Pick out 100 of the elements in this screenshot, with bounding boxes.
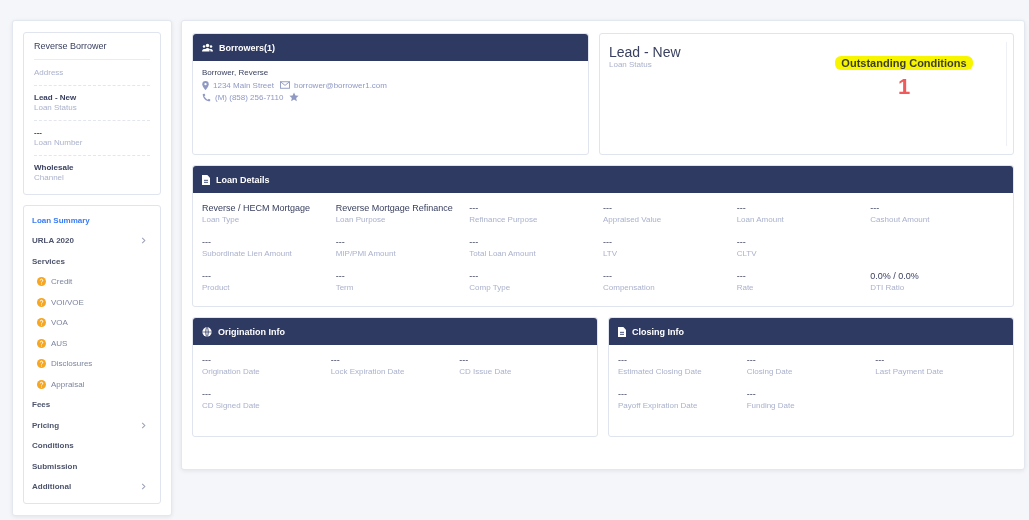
field-label: Funding Date [746, 401, 796, 410]
email-text: borrower@borrower1.com [293, 80, 387, 90]
field-value: --- [335, 237, 346, 247]
field-label: CD Issue Date [459, 367, 513, 376]
field-value: Reverse Mortgage Refinance [335, 203, 454, 213]
field-value: --- [459, 355, 470, 365]
field-value: --- [603, 203, 613, 213]
chevron-icon [141, 421, 146, 429]
field-value: --- [335, 271, 346, 281]
field-value: 0.0% / 0.0% [870, 271, 920, 281]
field-value: --- [746, 389, 757, 399]
field-label: Comp Type [469, 283, 512, 292]
field-value: --- [736, 203, 747, 213]
card-title: Origination Info [218, 326, 285, 337]
field-value: Reverse / HECM Mortgage [202, 203, 312, 213]
document-icon [618, 326, 626, 337]
question-icon [37, 277, 46, 287]
status-label: Loan Status [609, 60, 653, 69]
conditions-count: 1 [897, 74, 911, 100]
field-label: MIP/PMI Amount [335, 249, 397, 258]
field-label: Payoff Expiration Date [618, 401, 699, 410]
field-label: Subordinate Lien Amount [202, 249, 293, 258]
field-label: Refinance Purpose [469, 215, 539, 224]
field-label: Product [202, 283, 231, 292]
field-value: --- [469, 203, 480, 213]
field-value: --- [736, 271, 747, 281]
envelope-icon [279, 81, 290, 89]
card-title: Loan Details [216, 174, 270, 185]
borrower-name: Reverse Borrower [34, 41, 150, 60]
info-label: Loan Number [34, 138, 84, 147]
people-icon [202, 43, 213, 52]
field-label: Loan Amount [736, 215, 785, 224]
field-label: Cashout Amount [870, 215, 931, 224]
star-icon [289, 92, 300, 102]
field-value: --- [469, 271, 480, 281]
field-label: Appraised Value [603, 215, 663, 224]
nav-item[interactable]: URLA 2020 [24, 230, 160, 251]
nav-item[interactable]: Submission [24, 456, 160, 477]
info-label: Address [34, 68, 65, 77]
field-label: Estimated Closing Date [618, 367, 703, 376]
chevron-icon [141, 237, 146, 245]
nav-item[interactable]: Pricing [24, 415, 160, 436]
nav-item[interactable]: Appraisal [24, 374, 160, 395]
question-icon [37, 338, 46, 348]
field-label: Last Payment Date [875, 367, 945, 376]
field-label: Rate [736, 283, 755, 292]
conditions-label: Outstanding Conditions [835, 56, 973, 70]
status-value: Lead - New [609, 44, 682, 60]
field-value: --- [875, 355, 886, 365]
nav-item[interactable]: Conditions [24, 435, 160, 456]
nav-item[interactable]: Services [24, 251, 160, 272]
field-label: DTI Ratio [870, 283, 906, 292]
nav-item[interactable]: VOI/VOE [24, 292, 160, 313]
field-label: Closing Date [746, 367, 794, 376]
field-label: Origination Date [202, 367, 261, 376]
field-label: Loan Type [202, 215, 241, 224]
field-value: --- [330, 355, 341, 365]
field-value: --- [618, 355, 628, 365]
field-value: --- [603, 237, 613, 247]
field-label: Term [335, 283, 355, 292]
field-value: --- [202, 271, 212, 281]
nav-item[interactable]: VOA [24, 312, 160, 333]
question-icon [37, 379, 46, 389]
field-label: CLTV [736, 249, 758, 258]
chevron-icon [141, 483, 146, 491]
question-icon [37, 318, 46, 328]
nav-item[interactable]: Loan Summary [24, 210, 160, 231]
info-value: --- [34, 128, 43, 137]
field-value: --- [469, 237, 480, 247]
phone-icon [202, 92, 211, 102]
borrower-name: Borrower, Reverse [202, 68, 270, 77]
phone-text: (M) (858) 256-7110 [215, 92, 284, 102]
card-title: Borrowers(1) [219, 42, 275, 53]
info-value: Wholesale [34, 163, 75, 172]
document-icon [202, 174, 210, 185]
nav-item[interactable]: Disclosures [24, 353, 160, 374]
field-value: --- [202, 355, 212, 365]
nav-item[interactable]: AUS [24, 333, 160, 354]
question-icon [37, 359, 46, 369]
field-label: Loan Purpose [335, 215, 387, 224]
field-label: Total Loan Amount [469, 249, 537, 258]
field-value: --- [603, 271, 613, 281]
field-value: --- [870, 203, 881, 213]
field-value: --- [202, 389, 212, 399]
info-value: Lead - New [34, 93, 78, 102]
card-title: Closing Info [632, 326, 684, 337]
info-label: Loan Status [34, 103, 78, 112]
nav-item[interactable]: Credit [24, 271, 160, 292]
nav-item[interactable]: Fees [24, 394, 160, 415]
field-label: Lock Expiration Date [330, 367, 406, 376]
field-label: CD Signed Date [202, 401, 261, 410]
field-value: --- [618, 389, 628, 399]
field-value: --- [736, 237, 747, 247]
field-label: LTV [603, 249, 619, 258]
field-label: Compensation [603, 283, 656, 292]
field-value: --- [746, 355, 757, 365]
address-text: 1234 Main Street [213, 80, 274, 90]
question-icon [37, 297, 46, 307]
info-label: Channel [34, 173, 65, 182]
nav-item[interactable]: Additional [24, 476, 160, 497]
